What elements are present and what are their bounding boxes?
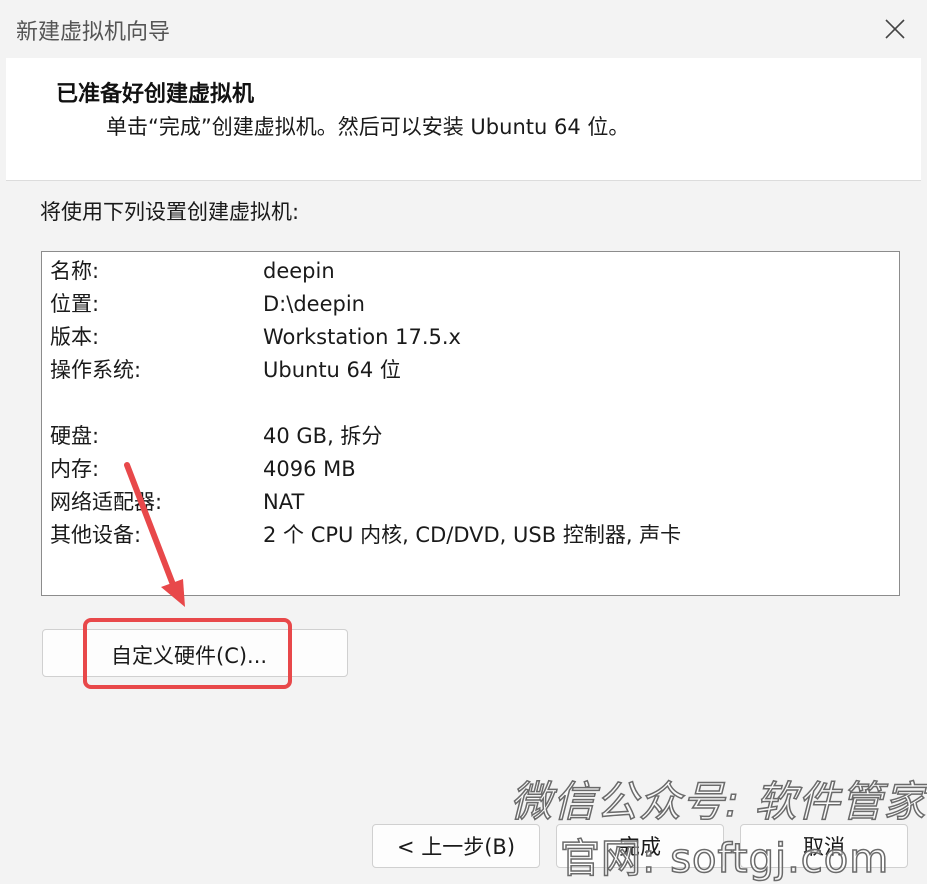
back-button-label: < 上一步(B) bbox=[396, 835, 516, 859]
header-subtitle: 单击“完成”创建虚拟机。然后可以安装 Ubuntu 64 位。 bbox=[106, 115, 630, 139]
wizard-header: 已准备好创建虚拟机 单击“完成”创建虚拟机。然后可以安装 Ubuntu 64 位… bbox=[6, 58, 921, 181]
annotation-highlight-box bbox=[83, 618, 292, 689]
summary-key: 硬盘: bbox=[50, 424, 100, 448]
summary-value: Ubuntu 64 位 bbox=[263, 358, 401, 382]
summary-key: 名称: bbox=[50, 259, 100, 283]
window-title: 新建虚拟机向导 bbox=[16, 20, 171, 45]
summary-key: 操作系统: bbox=[50, 358, 142, 382]
summary-key: 内存: bbox=[50, 457, 100, 481]
close-button[interactable] bbox=[873, 8, 917, 50]
summary-value: 2 个 CPU 内核, CD/DVD, USB 控制器, 声卡 bbox=[263, 523, 682, 547]
summary-value: Workstation 17.5.x bbox=[263, 325, 461, 349]
summary-key: 版本: bbox=[50, 325, 100, 349]
summary-key: 位置: bbox=[50, 292, 100, 316]
title-bar: 新建虚拟机向导 bbox=[0, 0, 927, 58]
summary-value: deepin bbox=[263, 259, 335, 283]
close-icon bbox=[885, 19, 905, 39]
back-button[interactable]: < 上一步(B) bbox=[372, 824, 540, 868]
watermark-website: 官网: softgj.com bbox=[559, 835, 890, 883]
summary-value: 4096 MB bbox=[263, 457, 356, 481]
summary-value: D:\deepin bbox=[263, 292, 365, 316]
red-arrow-icon bbox=[124, 462, 185, 607]
intro-text: 将使用下列设置创建虚拟机: bbox=[40, 200, 300, 224]
watermark-wechat: 微信公众号: 软件管家 bbox=[509, 776, 927, 827]
summary-value: 40 GB, 拆分 bbox=[263, 424, 383, 448]
summary-value: NAT bbox=[263, 490, 305, 514]
header-title: 已准备好创建虚拟机 bbox=[56, 82, 255, 107]
